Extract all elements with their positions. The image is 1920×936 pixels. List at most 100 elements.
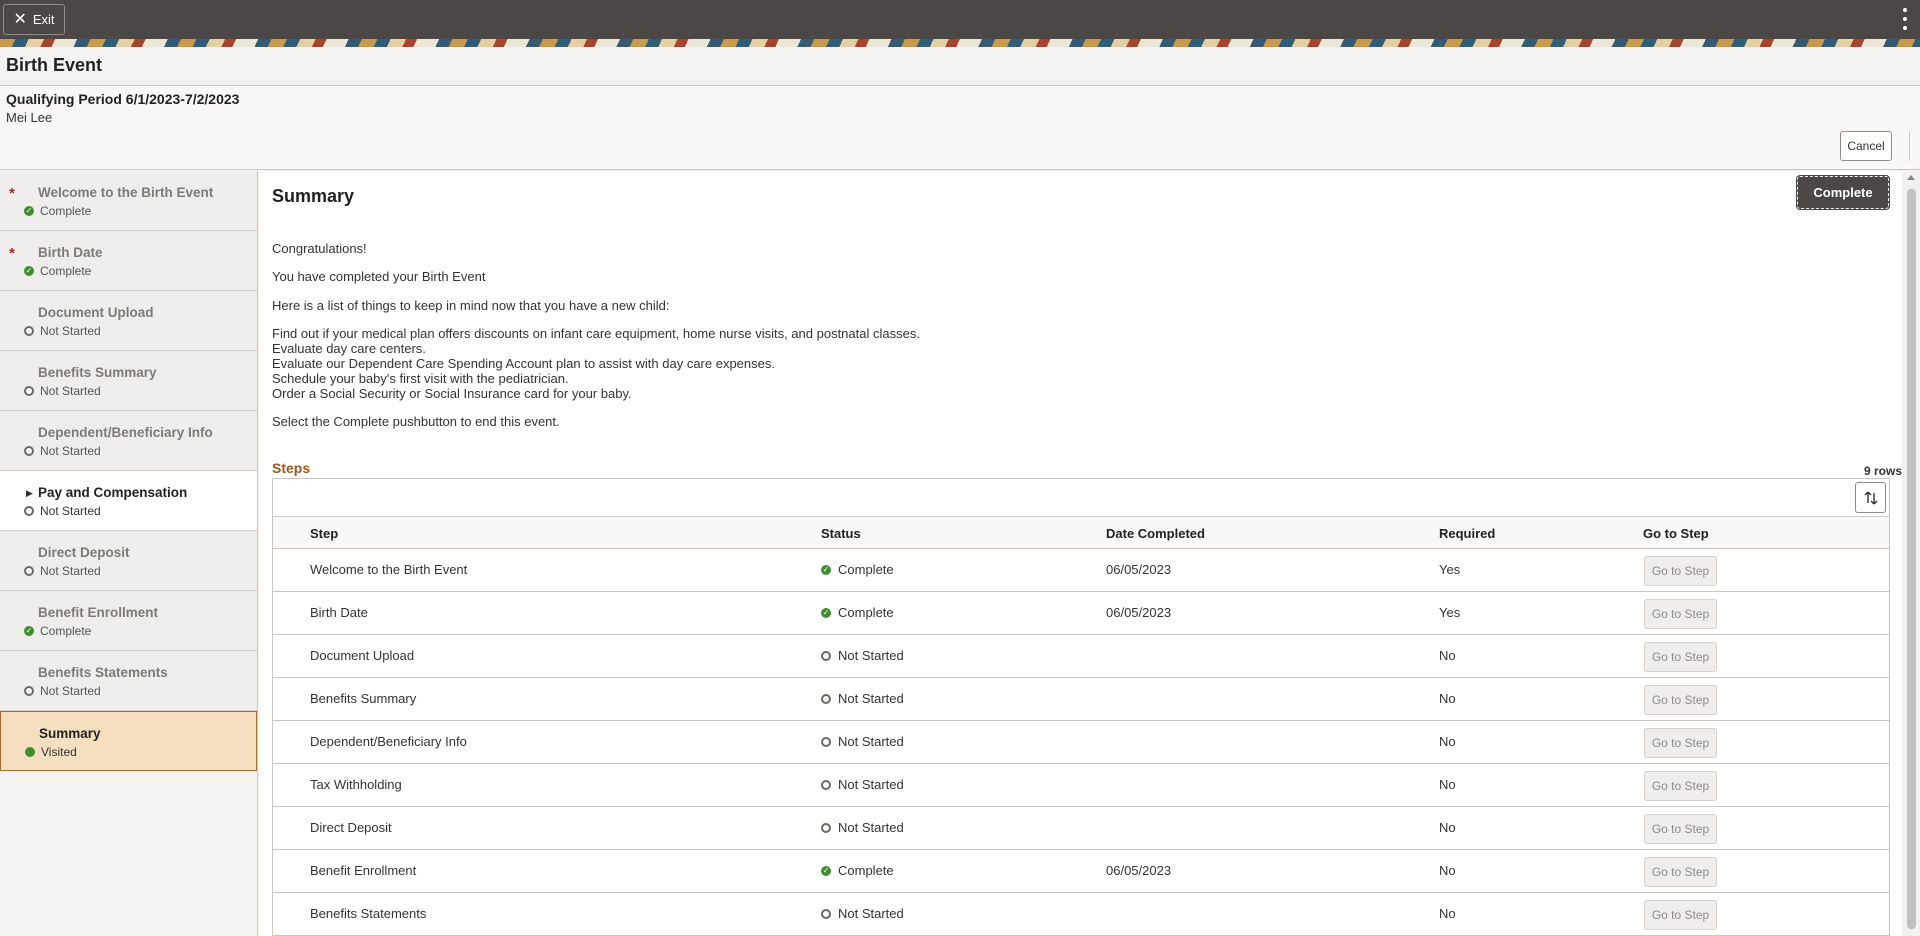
sidebar-item-label: Welcome to the Birth Event	[38, 185, 214, 200]
go-to-step-button[interactable]: Go to Step	[1644, 599, 1717, 629]
row-count: 9 rows	[1863, 464, 1902, 478]
steps-sidebar: * Welcome to the Birth Event ✓ Complete *…	[0, 171, 258, 936]
tip-text: Evaluate day care centers.	[272, 341, 426, 356]
go-to-step-button[interactable]: Go to Step	[1644, 814, 1717, 844]
sidebar-item-label: Pay and Compensation	[38, 485, 188, 500]
required-value: No	[1439, 777, 1456, 792]
go-to-step-button[interactable]: Go to Step	[1644, 900, 1717, 930]
sidebar-item-status: Complete	[40, 264, 92, 278]
go-to-step-button[interactable]: Go to Step	[1644, 771, 1717, 801]
sidebar-item-benefit-enrollment[interactable]: Benefit Enrollment ✓ Complete	[0, 591, 257, 651]
column-header[interactable]: Step	[310, 526, 338, 541]
go-to-step-button[interactable]: Go to Step	[1644, 685, 1717, 715]
go-to-step-button[interactable]: Go to Step	[1644, 857, 1717, 887]
grid-toolbar	[273, 479, 1889, 517]
step-status: Not Started	[838, 777, 904, 792]
check-circle-icon: ✓	[821, 607, 831, 618]
check-circle-icon: ✓	[24, 266, 34, 276]
empty-circle-icon	[24, 326, 34, 336]
step-name: Birth Date	[310, 605, 368, 620]
exit-button[interactable]: ✕ Exit	[3, 4, 65, 35]
sidebar-item-direct-deposit[interactable]: Direct Deposit Not Started	[0, 531, 257, 591]
caret-right-icon[interactable]: ▶	[26, 488, 33, 499]
step-name: Document Upload	[310, 648, 415, 663]
table-row: Dependent/Beneficiary Info Not Started N…	[273, 721, 1889, 764]
sidebar-item-pay-compensation[interactable]: ▶ Pay and Compensation Not Started	[0, 471, 257, 531]
column-header[interactable]: Required	[1439, 526, 1495, 541]
required-value: Yes	[1439, 605, 1461, 620]
vertical-scrollbar[interactable]	[1903, 171, 1920, 936]
tip-text: Schedule your baby's first visit with th…	[272, 371, 569, 386]
step-status: Not Started	[838, 734, 904, 749]
go-to-step-button[interactable]: Go to Step	[1644, 728, 1717, 758]
visited-dot-icon	[25, 747, 35, 757]
empty-circle-icon	[821, 736, 831, 747]
step-status: Not Started	[838, 906, 904, 921]
sidebar-item-label: Birth Date	[38, 245, 103, 260]
main-content: Summary Complete Congratulations! You ha…	[259, 171, 1902, 936]
required-marker: *	[9, 185, 15, 202]
sidebar-item-label: Benefits Statements	[38, 665, 168, 680]
table-row: Benefit Enrollment ✓ Complete 06/05/2023 …	[273, 850, 1889, 893]
person-name: Mei Lee	[6, 110, 53, 125]
sidebar-item-welcome[interactable]: * Welcome to the Birth Event ✓ Complete	[0, 171, 257, 231]
column-header[interactable]: Date Completed	[1106, 526, 1205, 541]
sidebar-item-label: Document Upload	[38, 305, 154, 320]
cancel-button[interactable]: Cancel	[1840, 131, 1892, 161]
sort-button[interactable]	[1855, 482, 1886, 513]
required-value: No	[1439, 648, 1456, 663]
scroll-up-icon[interactable]	[1907, 175, 1915, 180]
list-intro-text: Here is a list of things to keep in mind…	[272, 298, 670, 313]
column-header[interactable]: Status	[821, 526, 861, 541]
required-value: No	[1439, 734, 1456, 749]
date-completed: 06/05/2023	[1106, 863, 1172, 878]
step-status: Not Started	[838, 820, 904, 835]
qualifying-period: Qualifying Period 6/1/2023-7/2/2023	[6, 91, 240, 107]
sidebar-item-birth-date[interactable]: * Birth Date ✓ Complete	[0, 231, 257, 291]
sidebar-item-status: Not Started	[40, 684, 101, 698]
empty-circle-icon	[821, 693, 831, 704]
sidebar-item-document-upload[interactable]: Document Upload Not Started	[0, 291, 257, 351]
table-row: Birth Date ✓ Complete 06/05/2023 Yes Go t…	[273, 592, 1889, 635]
sidebar-item-dependent-info[interactable]: Dependent/Beneficiary Info Not Started	[0, 411, 257, 471]
sidebar-item-status: Not Started	[40, 384, 101, 398]
empty-circle-icon	[24, 566, 34, 576]
sidebar-item-status: Not Started	[40, 444, 101, 458]
empty-circle-icon	[24, 386, 34, 396]
empty-circle-icon	[24, 446, 34, 456]
scrollbar-thumb[interactable]	[1907, 189, 1916, 929]
table-row: Benefits Statements Not Started No Go to…	[273, 893, 1889, 936]
sidebar-item-label: Benefit Enrollment	[38, 605, 159, 620]
step-name: Tax Withholding	[310, 777, 402, 792]
empty-circle-icon	[24, 686, 34, 696]
check-circle-icon: ✓	[24, 626, 34, 636]
table-row: Document Upload Not Started No Go to Ste…	[273, 635, 1889, 678]
steps-grid: Step Status Date Completed Required Go t…	[272, 478, 1890, 936]
date-completed: 06/05/2023	[1106, 605, 1172, 620]
go-to-step-button[interactable]: Go to Step	[1644, 642, 1717, 672]
step-status: Not Started	[838, 691, 904, 706]
step-name: Benefit Enrollment	[310, 863, 417, 878]
page-title: Birth Event	[6, 55, 103, 75]
sidebar-item-status: Visited	[41, 745, 77, 759]
step-name: Benefits Summary	[310, 691, 417, 706]
more-options-icon[interactable]	[1902, 8, 1908, 30]
sidebar-item-benefits-summary[interactable]: Benefits Summary Not Started	[0, 351, 257, 411]
sidebar-item-benefits-statements[interactable]: Benefits Statements Not Started	[0, 651, 257, 711]
required-marker: *	[9, 245, 15, 262]
close-icon: ✕	[13, 10, 27, 28]
step-status: Not Started	[838, 648, 904, 663]
tip-text: Evaluate our Dependent Care Spending Acc…	[272, 356, 775, 371]
required-value: No	[1439, 906, 1456, 921]
empty-circle-icon	[821, 650, 831, 661]
divider	[1909, 131, 1910, 161]
go-to-step-button[interactable]: Go to Step	[1644, 556, 1717, 586]
sidebar-item-label: Direct Deposit	[38, 545, 130, 560]
table-row: Welcome to the Birth Event ✓ Complete 06/…	[273, 549, 1889, 592]
complete-button[interactable]: Complete	[1796, 175, 1890, 210]
step-status: Complete	[838, 863, 894, 878]
step-status: Complete	[838, 562, 894, 577]
step-name: Dependent/Beneficiary Info	[310, 734, 467, 749]
step-name: Benefits Statements	[310, 906, 427, 921]
sidebar-item-summary[interactable]: Summary Visited	[0, 711, 257, 771]
